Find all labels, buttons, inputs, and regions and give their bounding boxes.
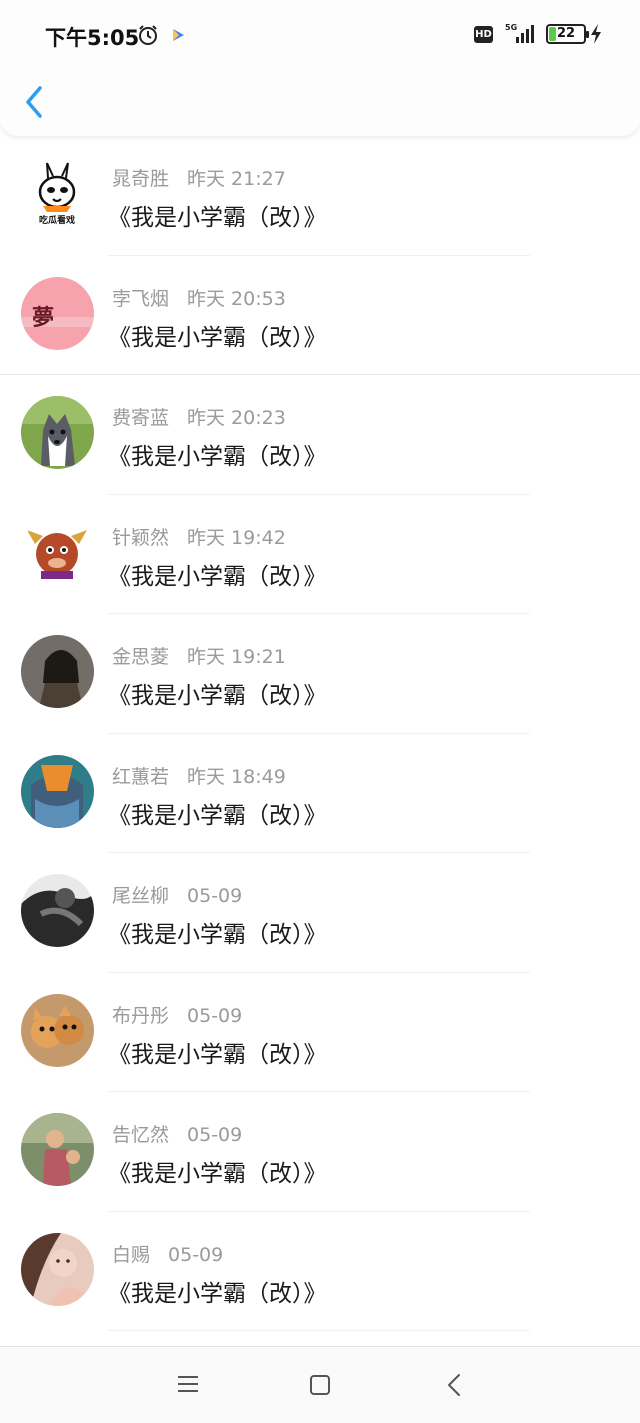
user-name[interactable]: 告忆然 (112, 1124, 169, 1146)
status-bar: 下午5:05 HD 5G 22 (0, 0, 640, 72)
comment-list: 吃瓜看戏 晁奇胜 昨天 21:27 《我是小学霸（改）》夢孛飞烟 昨天 20:53 《我是… (0, 136, 640, 1331)
timestamp: 05-09 (187, 1124, 243, 1146)
avatar[interactable] (21, 396, 94, 469)
user-name[interactable]: 尾丝柳 (112, 885, 169, 907)
signal-5g-icon: 5G (505, 23, 534, 43)
network-label: 5G (505, 23, 517, 32)
battery-tip (586, 31, 589, 38)
user-name[interactable]: 金思菱 (112, 646, 169, 668)
timestamp: 05-09 (187, 1004, 243, 1027)
avatar[interactable] (21, 1232, 94, 1306)
item-meta: 布丹彤 05-09 (112, 1001, 242, 1028)
divider (108, 1330, 530, 1331)
book-title[interactable]: 《我是小学霸（改）》 (108, 437, 327, 471)
list-item[interactable]: 白赐 05-09 《我是小学霸（改）》 (0, 1212, 640, 1331)
user-name[interactable]: 孛飞烟 (112, 288, 169, 310)
book-title[interactable]: 《我是小学霸（改）》 (108, 318, 327, 352)
timestamp: 05-09 (168, 1243, 224, 1266)
item-meta: 白赐 05-09 (112, 1240, 223, 1267)
book-title[interactable]: 《我是小学霸（改）》 (108, 1274, 327, 1308)
charging-bolt-icon (591, 24, 601, 44)
timestamp: 昨天 20:53 (187, 287, 286, 310)
user-name[interactable]: 晁奇胜 (112, 168, 169, 190)
list-item[interactable]: 红蕙若 昨天 18:49 《我是小学霸（改）》 (0, 734, 640, 853)
item-meta: 告忆然 05-09 (112, 1120, 242, 1147)
list-item[interactable]: 尾丝柳 05-09 《我是小学霸（改）》 (0, 853, 640, 973)
avatar[interactable] (21, 635, 94, 708)
user-name[interactable]: 布丹彤 (112, 1005, 169, 1027)
avatar-text: 吃瓜看戏 (39, 214, 75, 226)
book-title[interactable]: 《我是小学霸（改）》 (108, 198, 327, 232)
book-title[interactable]: 《我是小学霸（改）》 (108, 676, 327, 710)
book-title[interactable]: 《我是小学霸（改）》 (108, 796, 327, 830)
avatar[interactable] (21, 993, 94, 1067)
timestamp: 昨天 19:42 (187, 526, 286, 549)
status-time: 下午5:05 (45, 26, 140, 50)
list-item[interactable]: 告忆然 05-09 《我是小学霸（改）》 (0, 1092, 640, 1212)
timestamp: 昨天 19:21 (187, 646, 286, 668)
back-button[interactable] (18, 82, 54, 122)
avatar[interactable] (21, 754, 94, 828)
list-item[interactable]: 布丹彤 05-09 《我是小学霸（改）》 (0, 973, 640, 1092)
avatar[interactable] (21, 515, 94, 589)
item-meta: 尾丝柳 05-09 (112, 881, 242, 908)
hd-voice-icon: HD (474, 26, 493, 43)
avatar[interactable] (21, 874, 94, 947)
timestamp: 昨天 21:27 (187, 168, 286, 190)
list-item[interactable]: 费寄蓝 昨天 20:23 《我是小学霸（改）》 (0, 375, 640, 495)
user-name[interactable]: 费寄蓝 (112, 407, 169, 429)
back-triangle-icon[interactable] (446, 1372, 462, 1398)
book-title[interactable]: 《我是小学霸（改）》 (108, 1154, 327, 1188)
item-meta: 孛飞烟 昨天 20:53 (112, 284, 286, 311)
top-app-bar: 下午5:05 HD 5G 22 (0, 0, 640, 136)
video-app-icon (173, 29, 184, 41)
book-title[interactable]: 《我是小学霸（改）》 (108, 557, 327, 591)
avatar-text: 夢 (32, 306, 54, 331)
item-meta: 晁奇胜 昨天 21:27 (112, 164, 286, 191)
list-item[interactable]: 吃瓜看戏 晁奇胜 昨天 21:27 《我是小学霸（改）》 (0, 136, 640, 256)
user-name[interactable]: 白赐 (112, 1244, 150, 1266)
item-meta: 红蕙若 昨天 18:49 (112, 762, 286, 789)
list-item[interactable]: 金思菱 昨天 19:21 《我是小学霸（改）》 (0, 614, 640, 734)
battery-icon: 22 (546, 24, 589, 44)
avatar[interactable]: 夢 (21, 276, 94, 350)
system-navigation-bar (0, 1346, 640, 1423)
timestamp: 昨天 20:23 (187, 407, 286, 429)
battery-level: 22 (556, 26, 576, 41)
item-meta: 针颖然 昨天 19:42 (112, 523, 286, 550)
avatar[interactable]: 吃瓜看戏 (21, 157, 94, 230)
timestamp: 昨天 18:49 (187, 765, 286, 788)
list-item[interactable]: 针颖然 昨天 19:42 《我是小学霸（改）》 (0, 495, 640, 614)
alarm-clock-icon (139, 25, 157, 45)
home-square-icon[interactable] (309, 1374, 331, 1396)
user-name[interactable]: 针颖然 (112, 527, 169, 549)
avatar[interactable] (21, 1113, 94, 1186)
item-meta: 费寄蓝 昨天 20:23 (112, 403, 286, 430)
book-title[interactable]: 《我是小学霸（改）》 (108, 1035, 327, 1069)
book-title[interactable]: 《我是小学霸（改）》 (108, 915, 327, 949)
menu-icon[interactable] (176, 1373, 200, 1395)
timestamp: 05-09 (187, 885, 243, 907)
item-meta: 金思菱 昨天 19:21 (112, 642, 286, 669)
list-item[interactable]: 夢 孛飞烟 昨天 20:53 《我是小学霸（改）》 (0, 256, 640, 375)
user-name[interactable]: 红蕙若 (112, 766, 169, 788)
